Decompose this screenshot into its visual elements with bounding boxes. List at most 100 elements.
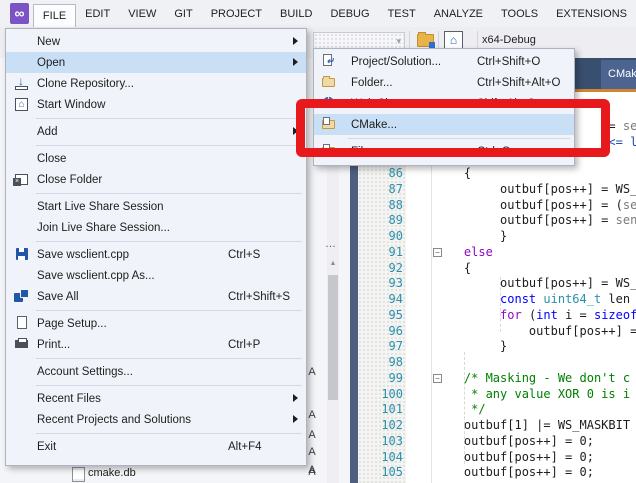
- code-line: * any value XOR 0 is i: [435, 387, 630, 403]
- git-status-letter: A: [305, 446, 319, 458]
- submenu-arrow-icon: [293, 58, 298, 66]
- line-number: 88: [358, 198, 403, 214]
- menu-item-shortcut: Ctrl+P: [228, 339, 260, 351]
- menu-item-shortcut: Ctrl+Shift+S: [228, 291, 290, 303]
- menu-item-save-wsclient-cpp[interactable]: Save wsclient.cppCtrl+S: [6, 244, 306, 265]
- menubar-item-analyze[interactable]: ANALYZE: [425, 0, 492, 27]
- menu-item-project-solution[interactable]: ↵Project/Solution...Ctrl+Shift+O: [314, 51, 574, 72]
- menubar-item-project[interactable]: PROJECT: [202, 0, 271, 27]
- start-window-icon: ⌂: [14, 97, 30, 112]
- menu-item-print[interactable]: Print...Ctrl+P: [6, 334, 306, 355]
- menu-item-save-wsclient-cpp-as[interactable]: Save wsclient.cpp As...: [6, 265, 306, 286]
- menu-item-label: Recent Projects and Solutions: [6, 414, 191, 426]
- menu-item-folder[interactable]: Folder...Ctrl+Shift+Alt+O: [314, 72, 574, 93]
- line-number: 92: [358, 261, 403, 277]
- submenu-arrow-icon: [293, 37, 298, 45]
- line-number: 93: [358, 276, 403, 292]
- code-line: const uint64_t len: [435, 292, 630, 308]
- code-line: }: [435, 229, 507, 245]
- scrollbar-thumb[interactable]: [328, 275, 338, 400]
- menubar-item-edit[interactable]: EDIT: [76, 0, 119, 27]
- line-number: 94: [358, 292, 403, 308]
- vs-ide-window: { "menubar": { "logo_glyph": "∞", "items…: [0, 0, 636, 483]
- menu-item-label: Save wsclient.cpp As...: [6, 270, 155, 282]
- save-icon: [14, 247, 30, 262]
- menu-item-label: Add: [6, 126, 57, 138]
- menu-item-shortcut: Ctrl+Shift+Alt+O: [477, 77, 560, 89]
- line-number: 95: [358, 308, 403, 324]
- menu-item-label: Open: [6, 57, 65, 69]
- menu-item-recent-files[interactable]: Recent Files: [6, 388, 306, 409]
- menu-item-recent-projects-and-solutions[interactable]: Recent Projects and Solutions: [6, 409, 306, 430]
- overflow-dots: …: [325, 238, 337, 250]
- menu-bar-items: FILEEDITVIEWGITPROJECTBUILDDEBUGTESTANAL…: [33, 0, 636, 27]
- code-line: outbuf[pos++] = 0;: [435, 434, 594, 450]
- menubar-item-file[interactable]: FILE: [33, 4, 76, 27]
- line-number: 100: [358, 387, 403, 403]
- code-line: outbuf[pos++] = WS_: [435, 182, 636, 198]
- menubar-item-tools[interactable]: TOOLS: [492, 0, 547, 27]
- tree-item-cmake-db[interactable]: cmake.db A: [0, 465, 350, 483]
- git-status-letter: A: [305, 409, 319, 421]
- menu-item-exit[interactable]: ExitAlt+F4: [6, 436, 306, 457]
- menu-item-start-live-share-session[interactable]: Start Live Share Session: [6, 196, 306, 217]
- code-line: /* Masking - We don't c: [435, 371, 630, 387]
- menubar-item-view[interactable]: VIEW: [119, 0, 165, 27]
- line-number: 101: [358, 402, 403, 418]
- visual-studio-logo-icon: ∞: [10, 3, 29, 24]
- menu-item-label: Close: [6, 153, 66, 165]
- menubar-item-extensions[interactable]: EXTENSIONS: [547, 0, 636, 27]
- menu-item-label: Recent Files: [6, 393, 101, 405]
- menu-item-new[interactable]: New: [6, 31, 306, 52]
- menu-item-account-settings[interactable]: Account Settings...: [6, 361, 306, 382]
- menu-item-close-folder[interactable]: ×Close Folder: [6, 169, 306, 190]
- menu-item-label: Account Settings...: [6, 366, 133, 378]
- menu-item-label: Start Live Share Session: [6, 201, 164, 213]
- database-file-icon: [72, 467, 85, 482]
- menu-item-shortcut: Alt+F4: [228, 441, 262, 453]
- tab-cmake-file[interactable]: CMak: [601, 60, 636, 89]
- code-line: outbuf[pos++] = (se: [435, 198, 636, 214]
- line-number: 90: [358, 229, 403, 245]
- annotation-highlight-box: [296, 99, 610, 157]
- line-number: 104: [358, 450, 403, 466]
- code-line: else: [435, 245, 493, 261]
- scrollbar-up-arrow-icon[interactable]: ▲: [327, 260, 339, 267]
- menu-item-start-window[interactable]: ⌂Start Window: [6, 94, 306, 115]
- menu-item-label: New: [6, 36, 60, 48]
- menubar-item-test[interactable]: TEST: [379, 0, 425, 27]
- menubar-item-debug[interactable]: DEBUG: [321, 0, 378, 27]
- folder-permissions-icon[interactable]: [417, 34, 434, 47]
- configuration-dropdown[interactable]: x64-Debug: [482, 34, 536, 46]
- line-number: 97: [358, 339, 403, 355]
- git-status-letter: A: [305, 429, 319, 441]
- code-line: }: [435, 339, 507, 355]
- menu-bar: ∞ FILEEDITVIEWGITPROJECTBUILDDEBUGTESTAN…: [0, 0, 636, 27]
- print-icon: [14, 337, 30, 352]
- line-number: 105: [358, 465, 403, 481]
- menu-item-shortcut: Ctrl+S: [228, 249, 260, 261]
- code-line: outbuf[pos++] = 0;: [435, 465, 594, 481]
- line-number: 87: [358, 182, 403, 198]
- clone-icon: ↓: [14, 76, 30, 91]
- line-number: 102: [358, 418, 403, 434]
- code-line: outbuf[pos++] = sen: [435, 213, 636, 229]
- menu-item-save-all[interactable]: Save AllCtrl+Shift+S: [6, 286, 306, 307]
- page-setup-icon: [14, 316, 30, 331]
- menu-item-page-setup[interactable]: Page Setup...: [6, 313, 306, 334]
- code-line: {: [435, 261, 471, 277]
- line-number: 89: [358, 213, 403, 229]
- menu-item-join-live-share-session[interactable]: Join Live Share Session...: [6, 217, 306, 238]
- menubar-item-git[interactable]: GIT: [165, 0, 201, 27]
- line-number: 103: [358, 434, 403, 450]
- git-status-letter: A: [305, 366, 319, 378]
- submenu-arrow-icon: [293, 415, 298, 423]
- menubar-item-build[interactable]: BUILD: [271, 0, 321, 27]
- menu-item-close[interactable]: Close: [6, 148, 306, 169]
- menu-item-open[interactable]: Open: [6, 52, 306, 73]
- line-number: 96: [358, 324, 403, 340]
- code-line: outbuf[pos++] = 0;: [435, 450, 594, 466]
- menu-item-clone-repository[interactable]: ↓Clone Repository...: [6, 73, 306, 94]
- code-line: outbuf[pos++] = WS_: [435, 276, 636, 292]
- menu-item-add[interactable]: Add: [6, 121, 306, 142]
